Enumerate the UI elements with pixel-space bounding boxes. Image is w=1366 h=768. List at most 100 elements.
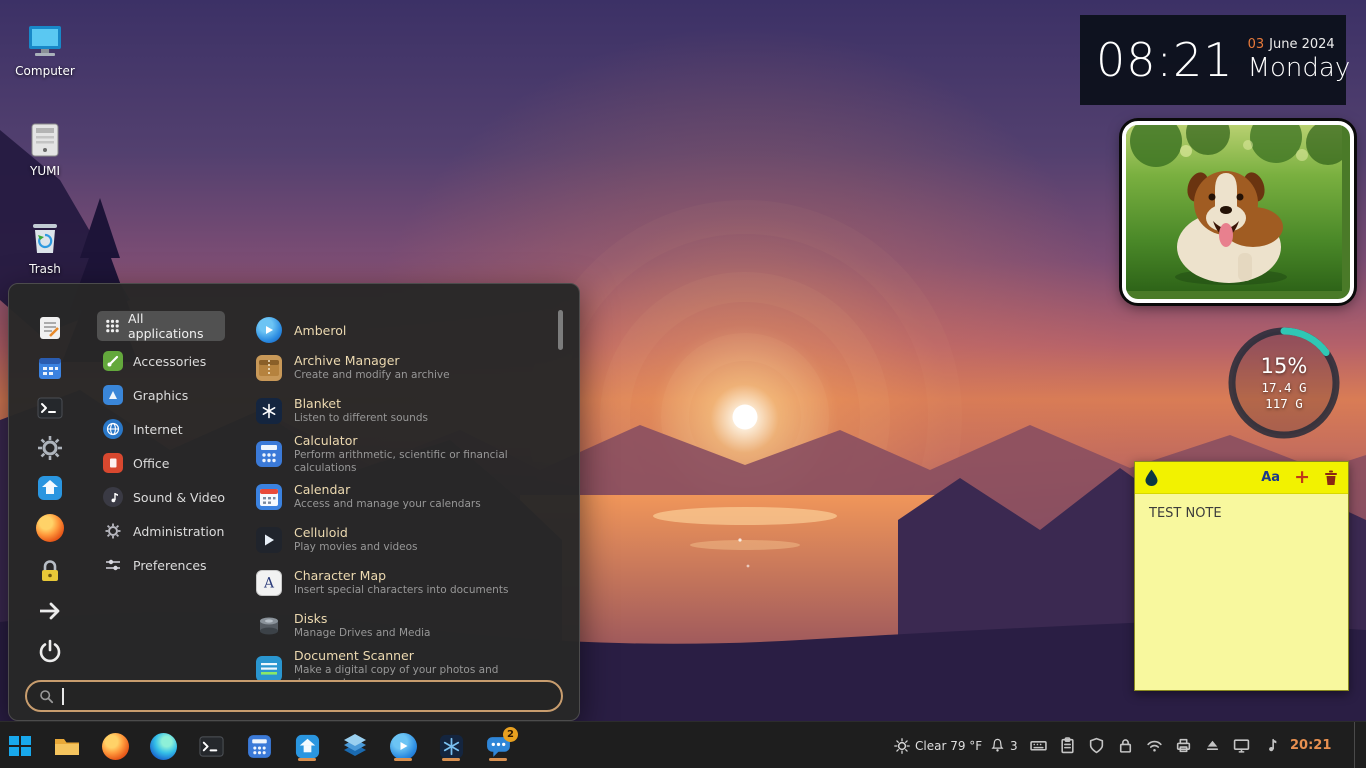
category-office[interactable]: Office xyxy=(103,449,255,477)
lock-tray-icon[interactable] xyxy=(1117,737,1134,754)
disks-icon xyxy=(256,613,282,639)
gear-icon xyxy=(36,434,64,462)
desktop-icon-computer[interactable]: Computer xyxy=(6,20,84,78)
menu-scrollbar[interactable] xyxy=(558,310,563,350)
favorite-firefox[interactable] xyxy=(33,511,67,545)
drive-icon xyxy=(25,120,65,160)
category-internet[interactable]: Internet xyxy=(103,415,255,443)
chat-unread-badge: 2 xyxy=(503,727,518,742)
taskbar-firefox[interactable] xyxy=(99,730,131,762)
taskbar-clock[interactable]: 20:21 xyxy=(1290,722,1331,768)
menu-search-box[interactable] xyxy=(25,680,563,712)
shutdown-button[interactable] xyxy=(33,634,67,668)
notifications-applet[interactable]: 3 xyxy=(990,722,1018,768)
show-desktop-button[interactable] xyxy=(1354,722,1366,768)
accessories-icon xyxy=(103,351,123,371)
taskbar-celluloid[interactable] xyxy=(387,730,419,762)
search-input[interactable] xyxy=(72,688,549,705)
category-graphics[interactable]: Graphics xyxy=(103,381,255,409)
app-name: Calendar xyxy=(294,482,481,497)
disk-percent: 15% xyxy=(1261,354,1308,378)
disk-used: 17.4 G xyxy=(1261,380,1306,396)
printer-tray-icon[interactable] xyxy=(1175,737,1192,754)
logout-button[interactable] xyxy=(33,594,67,628)
desktop-icon-label: YUMI xyxy=(30,164,60,178)
keyboard-tray-icon[interactable] xyxy=(1030,737,1047,754)
clock-date: 03June 2024 xyxy=(1248,37,1351,52)
category-label: Internet xyxy=(133,422,183,437)
taskbar-calculator[interactable] xyxy=(243,730,275,762)
app-item-amberol[interactable]: Amberol xyxy=(256,314,552,346)
favorite-calendar[interactable] xyxy=(33,351,67,385)
favorite-settings[interactable] xyxy=(33,431,67,465)
logout-arrow-icon xyxy=(37,598,63,624)
app-item-blanket[interactable]: Blanket Listen to different sounds xyxy=(256,391,552,431)
app-desc: Insert special characters into documents xyxy=(294,584,508,597)
folder-icon xyxy=(53,732,81,760)
app-name: Character Map xyxy=(294,568,508,583)
sticky-note-text[interactable]: TEST NOTE xyxy=(1135,494,1348,533)
category-label: All applications xyxy=(128,311,217,341)
app-name: Calculator xyxy=(294,433,552,448)
add-note-button[interactable]: + xyxy=(1294,468,1310,487)
category-label: Accessories xyxy=(133,354,206,369)
taskbar-edge-browser[interactable] xyxy=(147,730,179,762)
sticky-note-header: Aa + xyxy=(1135,462,1348,494)
start-button[interactable] xyxy=(0,722,40,768)
color-droplet-icon[interactable] xyxy=(1145,469,1158,486)
category-administration[interactable]: Administration xyxy=(103,517,255,545)
app-item-calendar[interactable]: Calendar Access and manage your calendar… xyxy=(256,477,552,517)
clock-weekday: Monday xyxy=(1248,54,1351,83)
lock-screen-button[interactable] xyxy=(33,554,67,588)
taskbar-software-manager[interactable] xyxy=(291,730,323,762)
sticky-note-widget[interactable]: Aa + TEST NOTE xyxy=(1134,461,1349,691)
running-indicator xyxy=(298,758,316,761)
disk-usage-widget[interactable]: 15% 17.4 G 117 G xyxy=(1224,323,1344,443)
layers-icon xyxy=(341,732,369,760)
network-tray-icon[interactable] xyxy=(1146,737,1163,754)
app-name: Disks xyxy=(294,611,430,626)
app-item-archive-manager[interactable]: Archive Manager Create and modify an arc… xyxy=(256,348,552,388)
disk-total: 117 G xyxy=(1265,396,1303,412)
taskbar-chat[interactable]: 2 xyxy=(482,730,514,762)
photo-frame-widget[interactable] xyxy=(1122,121,1354,303)
font-size-button[interactable]: Aa xyxy=(1261,470,1280,485)
favorite-text-editor[interactable] xyxy=(33,311,67,345)
desktop-icon-trash[interactable]: Trash xyxy=(6,218,84,276)
app-item-celluloid[interactable]: Celluloid Play movies and videos xyxy=(256,520,552,560)
desktop-icon-yumi[interactable]: YUMI xyxy=(6,120,84,178)
music-tray-icon[interactable] xyxy=(1262,737,1279,754)
eject-tray-icon[interactable] xyxy=(1204,737,1221,754)
category-label: Office xyxy=(133,456,170,471)
edge-browser-icon xyxy=(150,733,177,760)
delete-note-icon[interactable] xyxy=(1324,470,1338,486)
shield-tray-icon[interactable] xyxy=(1088,737,1105,754)
category-preferences[interactable]: Preferences xyxy=(103,551,255,579)
category-accessories[interactable]: Accessories xyxy=(103,347,255,375)
clipboard-tray-icon[interactable] xyxy=(1059,737,1076,754)
taskbar-warpinator[interactable] xyxy=(339,730,371,762)
clock-widget[interactable]: 08:21 03June 2024 Monday xyxy=(1080,15,1346,105)
taskbar-terminal[interactable] xyxy=(195,730,227,762)
app-name: Amberol xyxy=(294,323,346,338)
celluloid-icon xyxy=(390,733,417,760)
text-caret xyxy=(62,688,64,705)
text-editor-icon xyxy=(36,314,64,342)
favorite-terminal[interactable] xyxy=(33,391,67,425)
taskbar-file-manager[interactable] xyxy=(51,730,83,762)
favorite-software-manager[interactable] xyxy=(33,471,67,505)
app-item-disks[interactable]: Disks Manage Drives and Media xyxy=(256,606,552,646)
category-label: Preferences xyxy=(133,558,207,573)
globe-icon xyxy=(103,419,123,439)
taskbar-blanket[interactable] xyxy=(435,730,467,762)
app-item-character-map[interactable]: A Character Map Insert special character… xyxy=(256,563,552,603)
blanket-icon xyxy=(256,398,282,424)
svg-text:A: A xyxy=(263,576,275,592)
weather-applet[interactable]: Clear 79 °F xyxy=(894,722,982,768)
app-item-calculator[interactable]: Calculator Perform arithmetic, scientifi… xyxy=(256,434,552,474)
app-name: Archive Manager xyxy=(294,353,450,368)
category-sound-video[interactable]: Sound & Video xyxy=(103,483,255,511)
notification-count: 3 xyxy=(1010,739,1018,753)
display-tray-icon[interactable] xyxy=(1233,737,1250,754)
category-all-applications[interactable]: All applications xyxy=(97,311,225,341)
